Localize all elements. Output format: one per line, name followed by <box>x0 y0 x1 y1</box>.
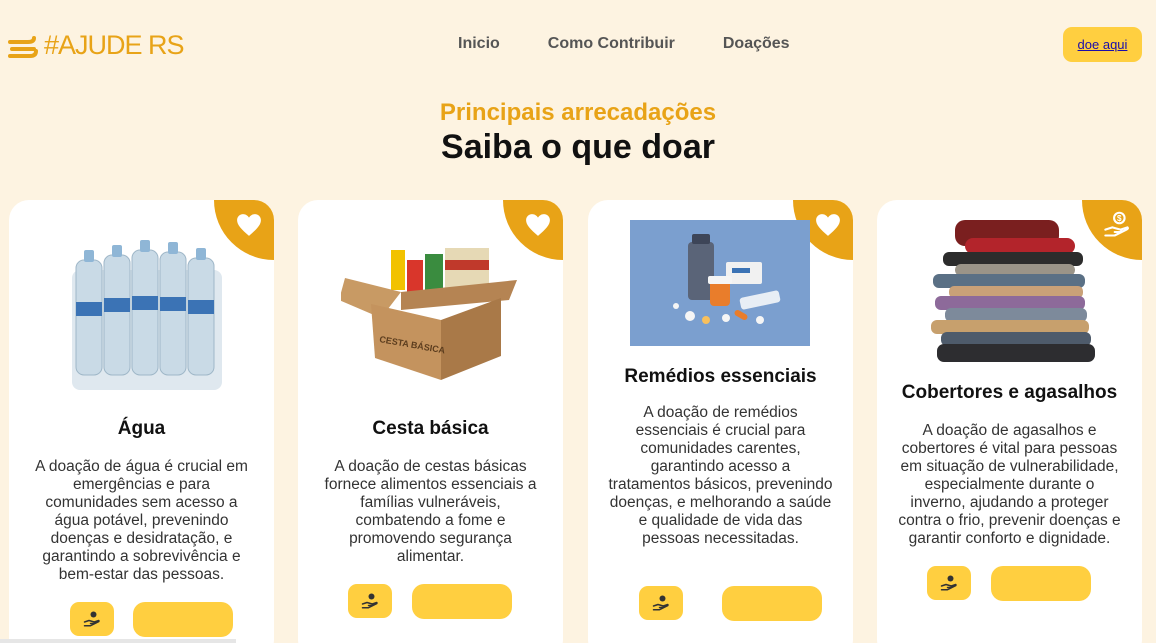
logo[interactable]: #AJUDE RS <box>8 30 185 61</box>
donate-icon-button[interactable] <box>639 586 683 620</box>
heart-icon <box>816 214 840 236</box>
card-description: A doação de água é crucial em emergência… <box>35 458 248 583</box>
donate-icon-button[interactable] <box>927 566 971 600</box>
card-action-button[interactable] <box>412 584 512 619</box>
donate-link[interactable]: doe aqui <box>1078 37 1128 52</box>
clothes-pile-image <box>877 220 1142 365</box>
hand-coin-icon <box>652 595 669 611</box>
card-description: A doação de agasalhos e cobertores é vit… <box>898 422 1121 547</box>
food-basket-box-image: CESTA BÁSICA <box>298 240 563 385</box>
card-action-button[interactable] <box>133 602 233 637</box>
nav-como-contribuir[interactable]: Como Contribuir <box>548 35 675 53</box>
section-kicker: Principais arrecadações <box>439 99 717 126</box>
hand-coin-icon <box>940 575 957 591</box>
card-description: A doação de cestas básicas fornece alime… <box>324 458 537 565</box>
card-title: Cesta básica <box>372 418 489 439</box>
main-nav: Inicio Como Contribuir Doações <box>458 35 790 53</box>
medicine-image <box>630 220 810 346</box>
nav-doacoes[interactable]: Doações <box>723 35 790 53</box>
horizontal-scrollbar[interactable] <box>0 639 236 643</box>
nav-inicio[interactable]: Inicio <box>458 35 500 53</box>
donation-card-agua: Água A doação de água é crucial em emerg… <box>9 200 274 643</box>
donate-button[interactable]: doe aqui <box>1063 27 1142 62</box>
water-bottles-image <box>9 230 274 400</box>
hand-coin-icon <box>361 593 378 609</box>
donate-icon-button[interactable] <box>348 584 392 618</box>
card-action-button[interactable] <box>722 586 822 621</box>
hand-coin-icon <box>83 611 100 627</box>
card-description: A doação de remédios essenciais é crucia… <box>608 404 833 547</box>
card-action-button[interactable] <box>991 566 1091 601</box>
donation-card-remedios: Remédios essenciais A doação de remédios… <box>588 200 853 643</box>
logo-text: #AJUDE RS <box>44 30 185 60</box>
card-title: Água <box>117 418 166 439</box>
donate-icon-button[interactable] <box>70 602 114 636</box>
card-title: Cobertores e agasalhos <box>901 382 1118 403</box>
card-title: Remédios essenciais <box>624 366 817 387</box>
header: #AJUDE RS Inicio Como Contribuir Doações… <box>0 0 1156 90</box>
section-heading: Saiba o que doar <box>441 128 715 166</box>
donation-card-cobertores: $ Cobertores e agasalhos A doação de aga… <box>877 200 1142 643</box>
helping-hand-logo-icon <box>8 35 38 58</box>
donation-card-cesta-basica: CESTA BÁSICA Cesta básica A doação de ce… <box>298 200 563 643</box>
heart-icon <box>526 214 550 236</box>
